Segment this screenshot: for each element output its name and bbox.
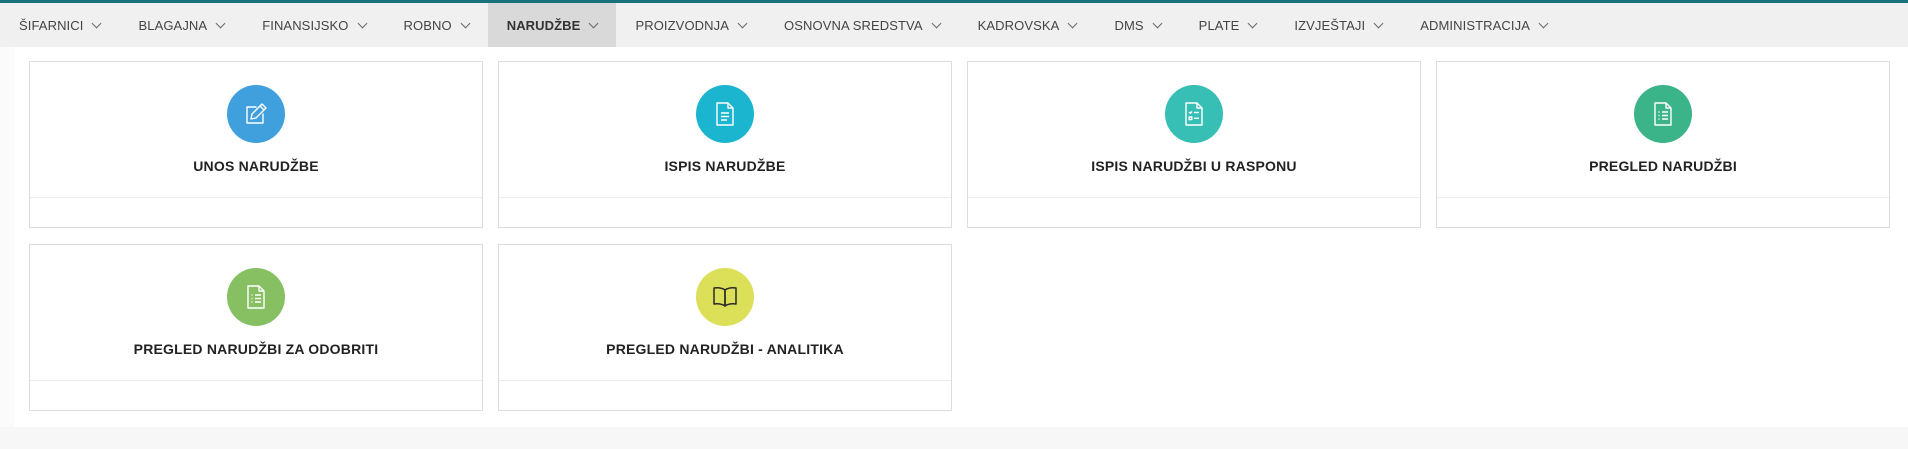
- chevron-down-icon: [1538, 18, 1549, 28]
- nav-item-label: ŠIFARNICI: [19, 17, 84, 33]
- nav-item-dms[interactable]: DMS: [1095, 3, 1179, 47]
- card-pregled-narudzbi-analitika[interactable]: PREGLED NARUDŽBI - ANALITIKA: [498, 244, 952, 411]
- chevron-down-icon: [1373, 18, 1384, 28]
- book-icon: [696, 268, 754, 326]
- chevron-down-icon: [1152, 18, 1163, 28]
- nav-item-label: PLATE: [1198, 17, 1240, 33]
- card-title: ISPIS NARUDŽBE: [664, 158, 786, 174]
- card-pregled-narudzbi-za-odobriti[interactable]: PREGLED NARUDŽBI ZA ODOBRITI: [29, 244, 483, 411]
- list-document-icon: [227, 268, 285, 326]
- nav-item-kadrovska[interactable]: KADROVSKA: [959, 3, 1096, 47]
- main-nav-bar: ŠIFARNICI BLAGAJNA FINANSIJSKO ROBNO NAR…: [0, 0, 1908, 47]
- chevron-down-icon: [92, 18, 102, 28]
- nav-item-label: ADMINISTRACIJA: [1420, 17, 1530, 33]
- card-footer: [30, 380, 482, 410]
- nav-item-label: NARUDŽBE: [506, 17, 581, 33]
- nav-item-plate[interactable]: PLATE: [1180, 3, 1276, 47]
- chevron-down-icon: [357, 18, 367, 28]
- nav-item-izvjestaji[interactable]: IZVJEŠTAJI: [1275, 3, 1401, 47]
- card-title: PREGLED NARUDŽBI: [1589, 158, 1737, 174]
- card-footer: [499, 380, 951, 410]
- nav-item-proizvodnja[interactable]: PROIZVODNJA: [616, 3, 765, 47]
- card-ispis-narudzbe[interactable]: ISPIS NARUDŽBE: [498, 61, 952, 228]
- chevron-down-icon: [460, 18, 471, 28]
- nav-item-robno[interactable]: ROBNO: [385, 3, 488, 47]
- nav-item-administracija[interactable]: ADMINISTRACIJA: [1401, 3, 1566, 47]
- card-unos-narudzbe[interactable]: UNOS NARUDŽBE: [29, 61, 483, 228]
- nav-item-label: KADROVSKA: [977, 17, 1060, 33]
- list-document-icon: [1634, 85, 1692, 143]
- nav-item-narudzbe[interactable]: NARUDŽBE: [487, 3, 617, 47]
- nav-item-label: ROBNO: [403, 17, 452, 33]
- chevron-down-icon: [589, 18, 599, 28]
- nav-item-label: FINANSIJSKO: [262, 17, 349, 33]
- card-ispis-narudzbi-u-rasponu[interactable]: ISPIS NARUDŽBI U RASPONU: [967, 61, 1421, 228]
- nav-item-label: PROIZVODNJA: [635, 17, 730, 33]
- checklist-icon: [1165, 85, 1223, 143]
- nav-item-osnovna-sredstva[interactable]: OSNOVNA SREDSTVA: [765, 3, 959, 47]
- card-title: PREGLED NARUDŽBI - ANALITIKA: [606, 341, 844, 357]
- card-title: PREGLED NARUDŽBI ZA ODOBRITI: [133, 341, 379, 357]
- nav-item-label: IZVJEŠTAJI: [1294, 17, 1366, 33]
- chevron-down-icon: [1247, 18, 1258, 28]
- dashboard-content: UNOS NARUDŽBE ISPIS NARUDŽBE ISPIS NARUD…: [14, 47, 1908, 427]
- page-bottom-strip: [0, 427, 1908, 449]
- card-footer: [30, 197, 482, 227]
- card-title: UNOS NARUDŽBE: [193, 158, 319, 174]
- nav-item-finansijsko[interactable]: FINANSIJSKO: [243, 3, 384, 47]
- nav-item-label: OSNOVNA SREDSTVA: [784, 17, 923, 33]
- edit-icon: [227, 85, 285, 143]
- card-footer: [1437, 197, 1889, 227]
- nav-item-blagajna[interactable]: BLAGAJNA: [119, 3, 243, 47]
- nav-item-sifarnici[interactable]: ŠIFARNICI: [0, 3, 119, 47]
- document-icon: [696, 85, 754, 143]
- nav-item-label: DMS: [1114, 17, 1144, 33]
- card-footer: [968, 197, 1420, 227]
- card-title: ISPIS NARUDŽBI U RASPONU: [1091, 158, 1297, 174]
- chevron-down-icon: [737, 18, 748, 28]
- chevron-down-icon: [1068, 18, 1078, 28]
- card-footer: [499, 197, 951, 227]
- chevron-down-icon: [215, 18, 226, 28]
- nav-item-label: BLAGAJNA: [138, 17, 208, 33]
- card-pregled-narudzbi[interactable]: PREGLED NARUDŽBI: [1436, 61, 1890, 228]
- chevron-down-icon: [931, 18, 942, 28]
